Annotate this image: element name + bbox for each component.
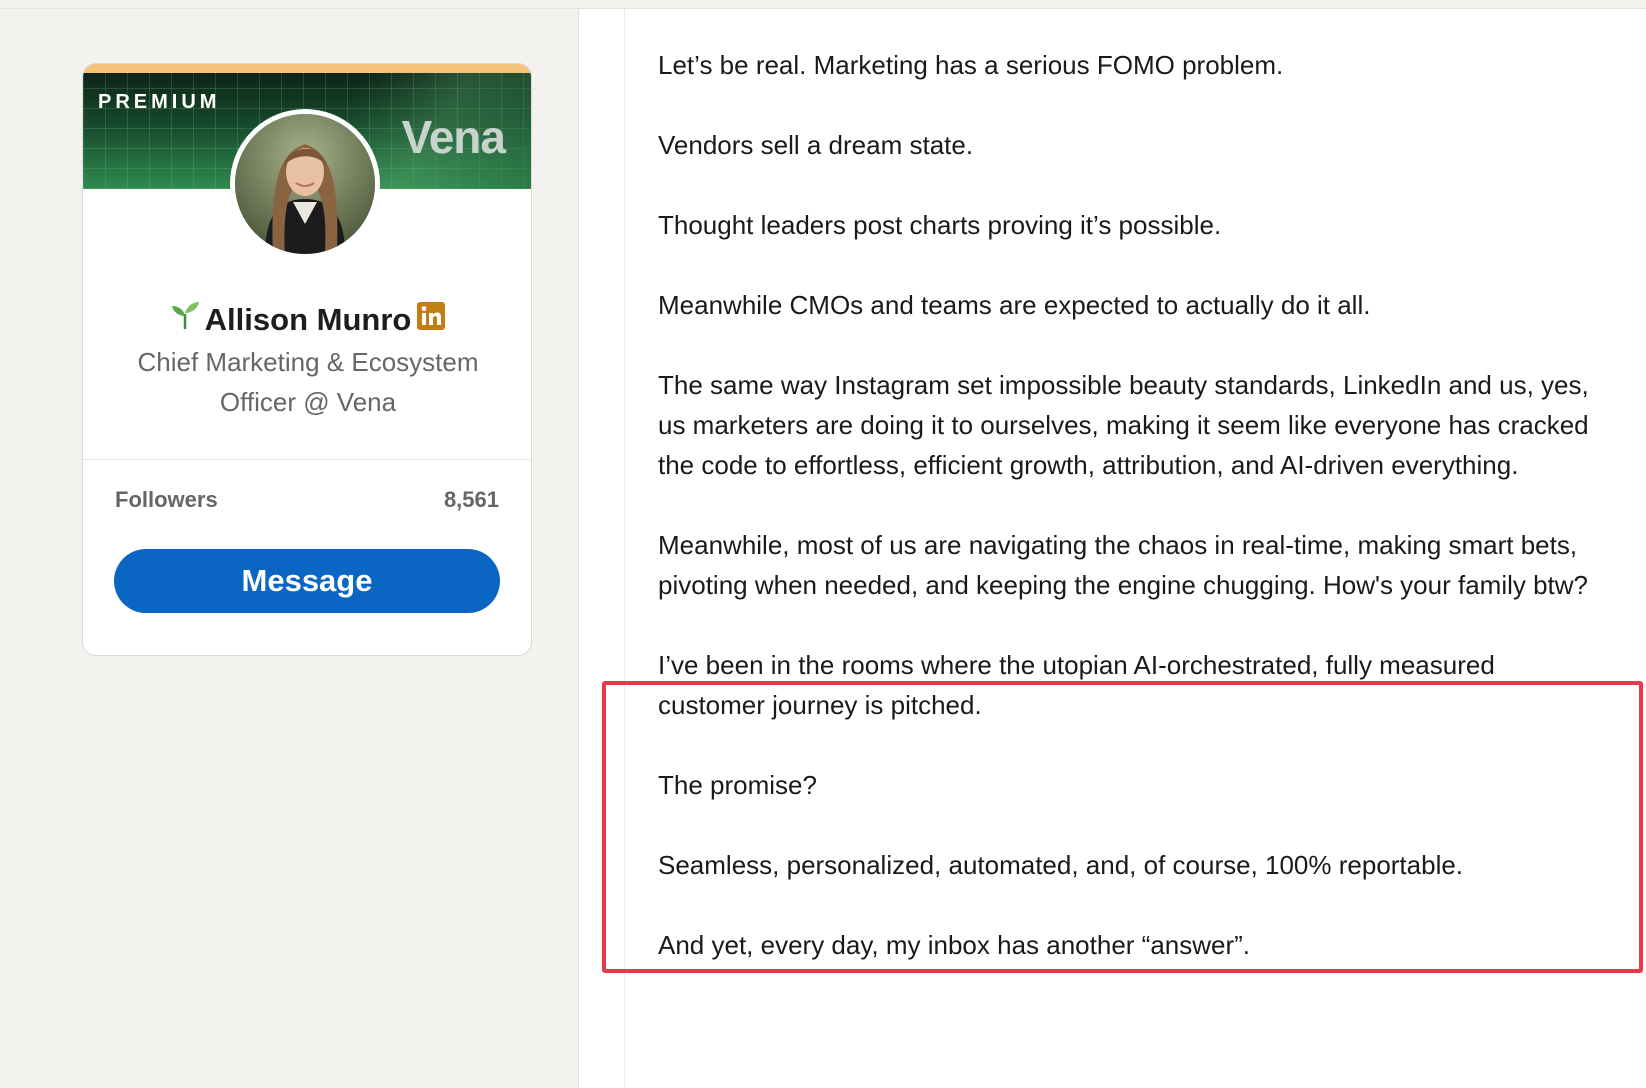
company-logo: Vena	[401, 111, 506, 163]
post-paragraph: Let’s be real. Marketing has a serious F…	[658, 50, 1284, 80]
sprout-icon	[169, 300, 201, 338]
post-paragraph: Meanwhile CMOs and teams are expected to…	[658, 290, 1371, 320]
post-paragraph: Thought leaders post charts proving it’s…	[658, 210, 1222, 240]
post-paragraph: Meanwhile, most of us are navigating the…	[658, 530, 1589, 600]
premium-badge: PREMIUM	[98, 91, 221, 113]
profile-headline: Chief Marketing & Ecosystem Officer @ Ve…	[137, 347, 479, 417]
card-divider	[83, 459, 531, 460]
followers-count: 8,561	[443, 487, 499, 512]
author-profile-card: PREMIUM Vena Allison Munro Chief Marketi…	[82, 63, 532, 656]
profile-name-row: Allison Munro	[83, 300, 531, 341]
profile-name[interactable]: Allison Munro	[205, 302, 412, 337]
left-sidebar: PREMIUM Vena Allison Munro Chief Marketi…	[0, 9, 579, 1088]
avatar[interactable]	[230, 109, 380, 259]
premium-accent-strip	[83, 64, 531, 73]
post-paragraph: Vendors sell a dream state.	[658, 130, 974, 160]
linkedin-icon	[417, 301, 446, 338]
message-button[interactable]: Message	[114, 549, 500, 613]
followers-label: Followers	[115, 487, 218, 512]
avatar-portrait	[235, 114, 375, 254]
post-paragraph: The same way Instagram set impossible be…	[658, 370, 1589, 480]
highlight-annotation-box	[602, 681, 1643, 973]
